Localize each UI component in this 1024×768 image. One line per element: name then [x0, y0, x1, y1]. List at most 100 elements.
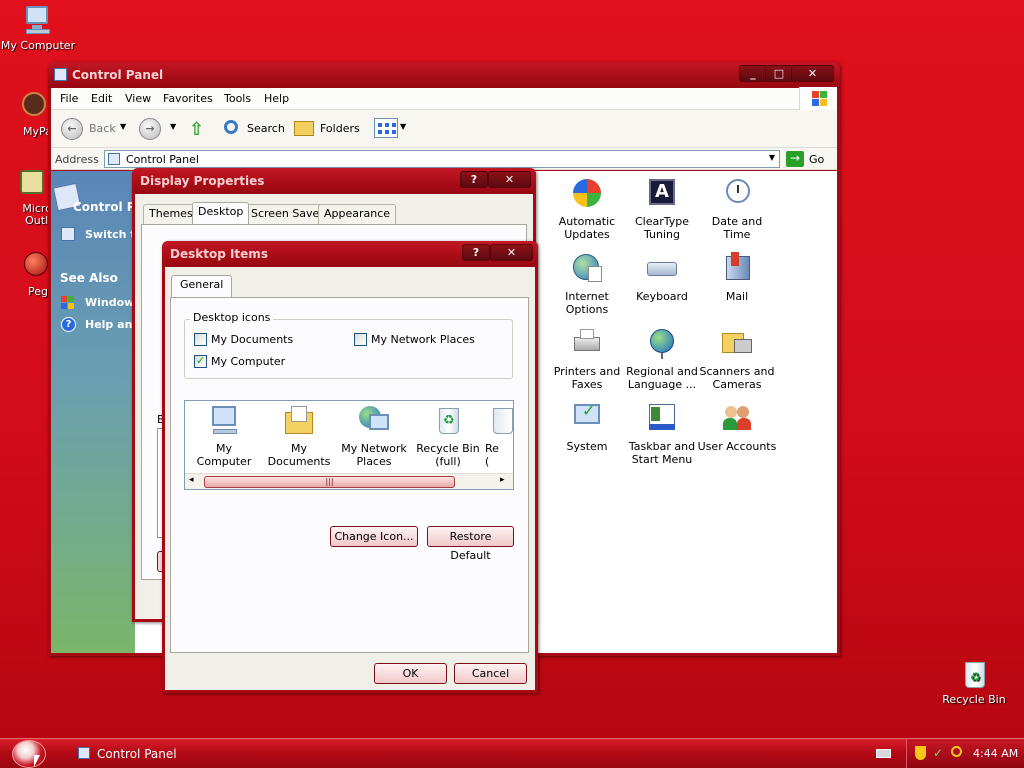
- control-panel-small-icon: [78, 747, 90, 759]
- icon-choice-my-computer[interactable]: My Computer: [187, 404, 261, 468]
- go-arrow-icon[interactable]: →: [786, 151, 804, 167]
- scroll-right-icon[interactable]: ▸: [500, 475, 505, 485]
- tab-themes[interactable]: Themes: [143, 204, 199, 224]
- horizontal-scrollbar[interactable]: ◂ ||| ▸: [185, 473, 513, 489]
- back-arrow-icon[interactable]: ←: [61, 118, 83, 140]
- views-icon[interactable]: [374, 118, 398, 138]
- help-button[interactable]: ?: [460, 171, 488, 188]
- search-tray-icon[interactable]: [951, 746, 962, 757]
- cp-item-mail[interactable]: Mail: [697, 252, 777, 303]
- views-dropdown-icon[interactable]: ▼: [400, 122, 406, 131]
- menu-view[interactable]: View: [125, 92, 151, 105]
- icon-choice-my-documents[interactable]: My Documents: [261, 404, 337, 468]
- cp-item-date-and-time[interactable]: Date and Time: [697, 177, 777, 241]
- cp-item-taskbar-and-start-menu[interactable]: Taskbar and Start Menu: [622, 402, 702, 466]
- my-computer-checkbox-label[interactable]: My Computer: [211, 355, 285, 368]
- back-dropdown-icon[interactable]: ▼: [120, 122, 126, 131]
- cp-item-cleartype-tuning[interactable]: A ClearType Tuning: [622, 177, 702, 241]
- cp-item-user-accounts[interactable]: User Accounts: [697, 402, 777, 453]
- back-button[interactable]: Back: [89, 122, 116, 135]
- restore-default-button[interactable]: Restore Default: [427, 526, 514, 562]
- desktop-icon-my-computer[interactable]: My Computer: [0, 4, 76, 52]
- address-input[interactable]: Control Panel ▼: [104, 150, 780, 168]
- tab-appearance[interactable]: Appearance: [318, 204, 397, 224]
- maximize-button[interactable]: □: [765, 65, 793, 82]
- desktop-icon-recycle-bin[interactable]: ♻ Recycle Bin: [936, 658, 1012, 706]
- help-button[interactable]: ?: [462, 244, 490, 261]
- desktop-icons-group: [184, 319, 513, 379]
- my-network-places-checkbox-label[interactable]: My Network Places: [371, 333, 475, 346]
- desktop-icons-group-label: Desktop icons: [190, 311, 274, 324]
- windows-logo-icon: [799, 87, 837, 110]
- mail-icon: [720, 252, 754, 286]
- tab-desktop[interactable]: Desktop: [192, 202, 250, 224]
- go-button[interactable]: Go: [809, 153, 824, 166]
- close-button[interactable]: ✕: [488, 171, 531, 188]
- icon-choice-my-network-places[interactable]: My Network Places: [337, 404, 411, 468]
- taskbar: Control Panel ✓ 4:44 AM: [0, 738, 1024, 768]
- scanners-icon: [720, 327, 754, 361]
- automatic-updates-icon: [570, 177, 604, 211]
- cp-item-internet-options[interactable]: Internet Options: [547, 252, 627, 316]
- menu-edit[interactable]: Edit: [91, 92, 112, 105]
- window-title: Display Properties: [140, 174, 265, 188]
- forward-arrow-icon[interactable]: →: [139, 118, 161, 140]
- keyboard-icon: [645, 252, 679, 286]
- menu-favorites[interactable]: Favorites: [163, 92, 213, 105]
- cp-item-regional-and-language[interactable]: Regional and Language ...: [622, 327, 702, 391]
- start-button[interactable]: [12, 740, 46, 768]
- close-button[interactable]: ✕: [490, 244, 533, 261]
- regional-icon: [645, 327, 679, 361]
- my-computer-checkbox[interactable]: ✓: [194, 354, 207, 368]
- my-network-places-checkbox[interactable]: [354, 333, 367, 346]
- close-button[interactable]: ✕: [791, 65, 834, 82]
- my-computer-icon: [207, 404, 241, 438]
- mouse-cursor-icon: [34, 755, 40, 767]
- folders-button[interactable]: Folders: [320, 122, 360, 135]
- up-folder-icon[interactable]: ⇧: [189, 119, 209, 140]
- my-documents-checkbox-label[interactable]: My Documents: [211, 333, 293, 346]
- tab-general[interactable]: General: [171, 275, 233, 297]
- icon-choice-recycle-bin-empty[interactable]: Re (: [485, 404, 513, 468]
- cp-item-keyboard[interactable]: Keyboard: [622, 252, 702, 303]
- keyboard-tray-icon[interactable]: [876, 749, 891, 758]
- menu-help[interactable]: Help: [264, 92, 289, 105]
- tab-strip: General: [171, 275, 531, 299]
- control-panel-small-icon: [108, 153, 120, 165]
- my-computer-icon: [22, 4, 54, 36]
- recycle-bin-icon: ♻: [958, 658, 990, 690]
- address-dropdown-icon[interactable]: ▼: [769, 153, 775, 162]
- menu-tools[interactable]: Tools: [224, 92, 251, 105]
- cancel-button[interactable]: Cancel: [454, 663, 527, 684]
- see-also-heading: See Also: [60, 271, 118, 285]
- desktop-icon-label: Peg: [28, 285, 48, 298]
- desktop-items-titlebar[interactable]: Desktop Items ? ✕: [162, 241, 538, 267]
- printers-icon: [570, 327, 604, 361]
- icon-list[interactable]: My Computer My Documents My Network Plac…: [184, 400, 514, 490]
- security-shield-icon[interactable]: [915, 746, 926, 760]
- forward-dropdown-icon[interactable]: ▼: [170, 122, 176, 131]
- my-documents-checkbox[interactable]: [194, 333, 207, 346]
- tab-strip: Themes Desktop Screen Saver Appearance: [143, 202, 523, 226]
- cp-item-scanners-and-cameras[interactable]: Scanners and Cameras: [697, 327, 777, 391]
- scrollbar-thumb[interactable]: |||: [204, 476, 455, 488]
- cp-item-system[interactable]: ✓ System: [547, 402, 627, 454]
- display-properties-titlebar[interactable]: Display Properties ? ✕: [132, 168, 536, 194]
- search-button[interactable]: Search: [247, 122, 285, 135]
- change-icon-button[interactable]: Change Icon...: [330, 526, 418, 547]
- folders-icon[interactable]: [294, 121, 314, 136]
- control-panel-title-icon: [54, 68, 67, 81]
- cp-item-printers-and-faxes[interactable]: Printers and Faxes: [547, 327, 627, 391]
- taskbar-task-control-panel[interactable]: Control Panel: [72, 743, 242, 765]
- switch-view-icon: [61, 227, 75, 241]
- search-icon[interactable]: [224, 120, 238, 134]
- ok-button[interactable]: OK: [374, 663, 447, 684]
- control-panel-titlebar[interactable]: Control Panel _ □ ✕: [48, 62, 840, 88]
- scroll-left-icon[interactable]: ◂: [189, 475, 194, 485]
- icon-choice-recycle-bin-full[interactable]: ♻ Recycle Bin (full): [411, 404, 485, 468]
- outlook-icon: [14, 168, 46, 200]
- menu-file[interactable]: File: [60, 92, 78, 105]
- network-tray-icon[interactable]: ✓: [933, 746, 947, 760]
- cp-item-automatic-updates[interactable]: Automatic Updates: [547, 177, 627, 241]
- minimize-button[interactable]: _: [739, 65, 767, 82]
